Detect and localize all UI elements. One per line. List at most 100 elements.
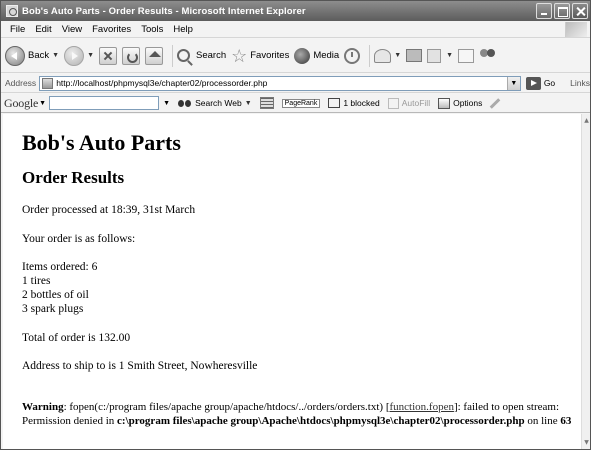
pagerank-indicator[interactable]: PageRank	[281, 98, 321, 108]
autofill-button[interactable]: AutoFill	[387, 97, 431, 109]
mail-button[interactable]: ▼	[374, 48, 401, 63]
forward-dropdown-icon[interactable]: ▼	[87, 52, 94, 59]
search-icon	[177, 49, 190, 62]
edit-dropdown-icon[interactable]: ▼	[446, 52, 453, 59]
media-label: Media	[313, 50, 340, 61]
toolbar-divider	[369, 44, 371, 67]
search-label: Search	[196, 50, 227, 61]
function-fopen-link[interactable]: function.fopen	[390, 401, 454, 413]
order-total-text: Total of order is 132.00	[22, 332, 131, 344]
search-web-dropdown-icon[interactable]: ▼	[245, 100, 252, 107]
menu-bar: File Edit View Favorites Tools Help	[1, 21, 590, 38]
order-intro-text: Your order is as follows:	[22, 233, 136, 245]
blocked-label: 1 blocked	[343, 98, 380, 108]
window-controls	[536, 3, 588, 19]
binoculars-icon	[178, 98, 192, 108]
vertical-scrollbar[interactable]: ▲ ▼	[581, 114, 590, 449]
internet-explorer-icon	[6, 5, 18, 17]
page-content: Bob's Auto Parts Order Results Order pro…	[3, 114, 582, 449]
standard-toolbar: Back ▼ ▼ Search ☆ Favorites Media ▼ ▼	[1, 39, 590, 73]
forward-button[interactable]: ▼	[64, 45, 94, 66]
media-icon	[294, 47, 311, 64]
menu-view[interactable]: View	[57, 24, 87, 35]
go-arrow-icon	[525, 76, 541, 90]
home-icon[interactable]	[145, 46, 163, 65]
mail-icon	[374, 48, 392, 63]
google-toolbar: Google ▼ ▼ Search Web ▼ PageRank 1 block…	[1, 94, 590, 113]
stop-icon[interactable]	[99, 46, 117, 65]
page-subheading: Order Results	[22, 168, 125, 187]
warning-line-number: 63	[560, 414, 572, 427]
back-dropdown-icon[interactable]: ▼	[52, 52, 59, 59]
address-bar: Address http://localhost/phpmysql3e/chap…	[1, 74, 590, 93]
search-button[interactable]: Search	[177, 49, 226, 62]
list-item: 2 bottles of oil	[22, 289, 89, 301]
print-icon[interactable]	[406, 49, 423, 62]
title-bar: Bob's Auto Parts - Order Results - Micro…	[1, 1, 590, 21]
search-web-label: Search Web	[195, 98, 242, 108]
google-menu-dropdown-icon[interactable]: ▼	[39, 100, 46, 107]
address-input[interactable]: http://localhost/phpmysql3e/chapter02/pr…	[39, 75, 521, 91]
items-ordered-text: Items ordered: 6	[22, 261, 98, 273]
menu-edit[interactable]: Edit	[30, 24, 56, 35]
address-url: http://localhost/phpmysql3e/chapter02/pr…	[56, 78, 268, 88]
mail-dropdown-icon[interactable]: ▼	[394, 52, 401, 59]
minimize-button[interactable]	[536, 3, 552, 19]
php-warning: Warning: fopen(c:/program files/apache g…	[22, 401, 578, 428]
google-logo[interactable]: Google	[4, 96, 38, 111]
autofill-label: AutoFill	[401, 98, 431, 108]
autofill-icon	[387, 97, 399, 109]
warning-file-path: c:\program files\apache group\Apache\htd…	[117, 414, 525, 427]
list-item: 3 spark plugs	[22, 303, 84, 315]
go-label: Go	[543, 78, 556, 88]
edit-icon[interactable]	[427, 48, 442, 63]
close-button[interactable]	[572, 3, 588, 19]
options-button[interactable]: Options	[438, 97, 501, 109]
news-icon[interactable]	[259, 97, 274, 109]
popup-blocker-button[interactable]: 1 blocked	[328, 98, 380, 108]
menu-favorites[interactable]: Favorites	[87, 24, 136, 35]
pencil-icon[interactable]	[490, 97, 501, 109]
page-heading: Bob's Auto Parts	[22, 130, 181, 155]
options-icon	[438, 97, 451, 109]
warning-label: Warning	[22, 401, 64, 413]
windows-logo-icon	[565, 22, 587, 37]
messenger-icon[interactable]	[479, 48, 497, 63]
go-button[interactable]: Go	[525, 76, 556, 90]
favorites-label: Favorites	[250, 50, 290, 61]
menu-help[interactable]: Help	[168, 24, 198, 35]
google-search-input[interactable]	[49, 96, 160, 110]
warning-text: on line	[524, 414, 561, 427]
favorites-star-icon: ☆	[231, 45, 248, 66]
popup-blocker-icon	[328, 98, 341, 108]
scroll-down-icon[interactable]: ▼	[583, 438, 590, 447]
shipping-address-text: Address to ship to is 1 Smith Street, No…	[22, 360, 258, 372]
browser-window: Bob's Auto Parts - Order Results - Micro…	[0, 0, 591, 450]
favorites-button[interactable]: ☆ Favorites	[231, 47, 289, 65]
order-processed-text: Order processed at 18:39, 31st March	[22, 204, 196, 216]
search-web-button[interactable]: Search Web ▼	[178, 98, 252, 108]
menu-file[interactable]: File	[5, 24, 30, 35]
google-search-dropdown-icon[interactable]: ▼	[159, 100, 174, 107]
forward-arrow-icon	[64, 45, 85, 66]
scroll-up-icon[interactable]: ▲	[583, 116, 590, 125]
page-icon	[42, 77, 54, 89]
window-title: Bob's Auto Parts - Order Results - Micro…	[22, 5, 306, 17]
back-button[interactable]: Back ▼	[5, 45, 59, 66]
history-icon[interactable]	[344, 47, 361, 64]
refresh-icon[interactable]	[122, 46, 140, 65]
address-dropdown-icon[interactable]: ▼	[506, 76, 520, 90]
options-label: Options	[453, 98, 483, 108]
back-label: Back	[28, 50, 50, 61]
menu-tools[interactable]: Tools	[136, 24, 168, 35]
media-button[interactable]: Media	[294, 47, 340, 64]
address-label: Address	[5, 78, 37, 88]
maximize-button[interactable]	[554, 3, 570, 19]
list-item: 1 tires	[22, 275, 51, 287]
pagerank-label: PageRank	[281, 98, 321, 108]
warning-text: : fopen(c:/program files/apache group/ap…	[63, 401, 390, 413]
links-button[interactable]: Links	[570, 78, 590, 88]
toolbar-divider	[172, 44, 173, 67]
discuss-icon[interactable]	[458, 48, 475, 63]
back-arrow-icon	[5, 45, 25, 66]
